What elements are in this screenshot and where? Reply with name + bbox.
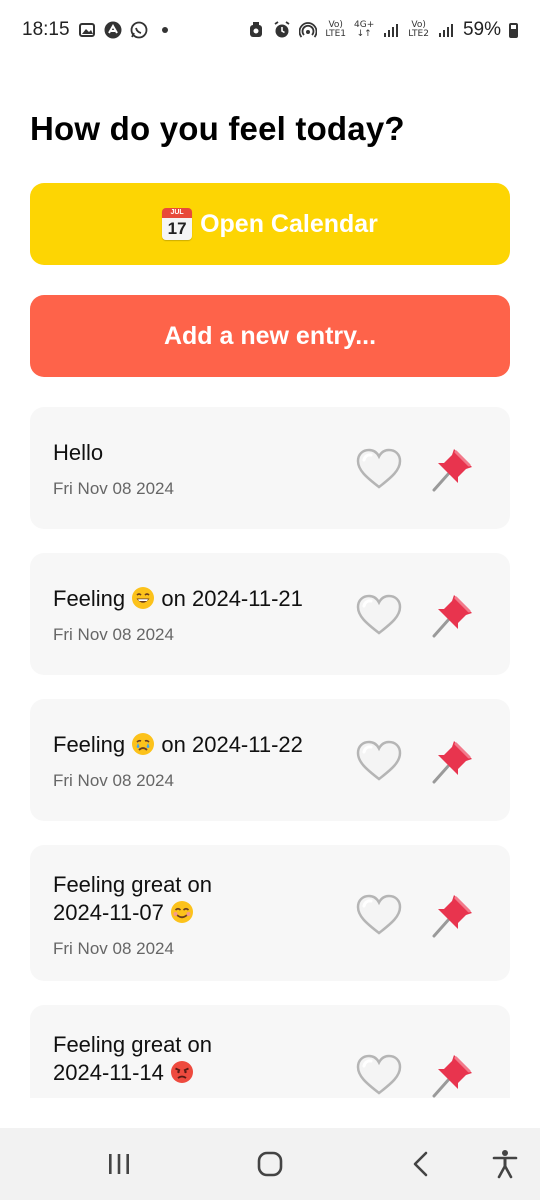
white-heart-icon[interactable] (356, 448, 402, 490)
pushpin-icon[interactable] (428, 891, 476, 939)
white-heart-icon[interactable] (356, 894, 402, 936)
pushpin-icon[interactable] (428, 445, 476, 493)
entry-title-prefix: Feeling (53, 732, 126, 757)
open-calendar-button[interactable]: JUL 17 Open Calendar (30, 183, 510, 265)
page-title: How do you feel today? (30, 110, 405, 147)
open-calendar-label: Open Calendar (200, 209, 378, 238)
entry-text: Feeling on 2024-11-21 Fri Nov 08 2024 (53, 585, 343, 645)
main-content: How do you feel today? JUL 17 Open Calen… (0, 0, 540, 1098)
entry-card[interactable]: Feeling on 2024-11-21 Fri Nov 08 2024 (30, 553, 510, 675)
entry-title-line2: 2024-11-07 (53, 900, 164, 925)
entry-title-suffix: on 2024-11-22 (161, 732, 303, 757)
entry-text: Feeling great on 2024-11-14 (53, 1031, 343, 1087)
entry-title-prefix: Feeling (53, 586, 126, 611)
calendar-icon-month: JUL (162, 208, 193, 218)
add-entry-label: Add a new entry... (163, 321, 377, 350)
accessibility-icon (492, 1150, 518, 1179)
entry-title-suffix: on 2024-11-21 (161, 586, 303, 611)
pushpin-icon[interactable] (428, 1051, 476, 1098)
entry-date: Fri Nov 08 2024 (53, 625, 174, 644)
white-heart-icon[interactable] (356, 1054, 402, 1096)
back-button[interactable] (401, 1146, 441, 1182)
accessibility-button[interactable] (485, 1146, 525, 1182)
entry-title-line1: Feeling great on (53, 872, 212, 897)
smiling-face-icon (171, 901, 194, 923)
crying-face-icon (132, 733, 155, 755)
grinning-face-icon (132, 587, 155, 609)
entry-title: Feeling great on 2024-11-14 (53, 1031, 343, 1087)
recent-apps-button[interactable] (99, 1146, 139, 1182)
entry-card[interactable]: Feeling great on 2024-11-14 (30, 1005, 510, 1098)
home-icon (257, 1151, 283, 1177)
pushpin-icon[interactable] (428, 591, 476, 639)
recent-apps-icon (109, 1154, 129, 1174)
entry-card[interactable]: Feeling great on 2024-11-07 Fri Nov 08 2… (30, 845, 510, 981)
calendar-icon: JUL 17 (162, 208, 193, 240)
entry-card[interactable]: Hello Fri Nov 08 2024 (30, 407, 510, 529)
entry-title: Hello (53, 440, 104, 465)
white-heart-icon[interactable] (356, 740, 402, 782)
entry-title: Feeling great on 2024-11-07 (53, 871, 343, 927)
entry-card[interactable]: Feeling on 2024-11-22 Fri Nov 08 2024 (30, 699, 510, 821)
entry-title-line2: 2024-11-14 (53, 1060, 164, 1085)
entry-text: Hello Fri Nov 08 2024 (53, 439, 343, 499)
entry-date: Fri Nov 08 2024 (53, 939, 174, 958)
back-icon (413, 1151, 428, 1177)
entry-text: Feeling great on 2024-11-07 Fri Nov 08 2… (53, 871, 343, 959)
entry-date: Fri Nov 08 2024 (53, 771, 174, 790)
home-button[interactable] (250, 1146, 290, 1182)
entry-title-line1: Feeling great on (53, 1032, 212, 1057)
calendar-icon-day: 17 (162, 218, 193, 240)
angry-face-icon (171, 1061, 194, 1083)
entry-date: Fri Nov 08 2024 (53, 479, 174, 498)
entry-title: Feeling on 2024-11-21 (53, 585, 343, 613)
white-heart-icon[interactable] (356, 594, 402, 636)
system-navigation-bar (0, 1128, 540, 1200)
add-entry-button[interactable]: Add a new entry... (30, 295, 510, 377)
pushpin-icon[interactable] (428, 737, 476, 785)
entry-title: Feeling on 2024-11-22 (53, 731, 343, 759)
entry-text: Feeling on 2024-11-22 Fri Nov 08 2024 (53, 731, 343, 791)
